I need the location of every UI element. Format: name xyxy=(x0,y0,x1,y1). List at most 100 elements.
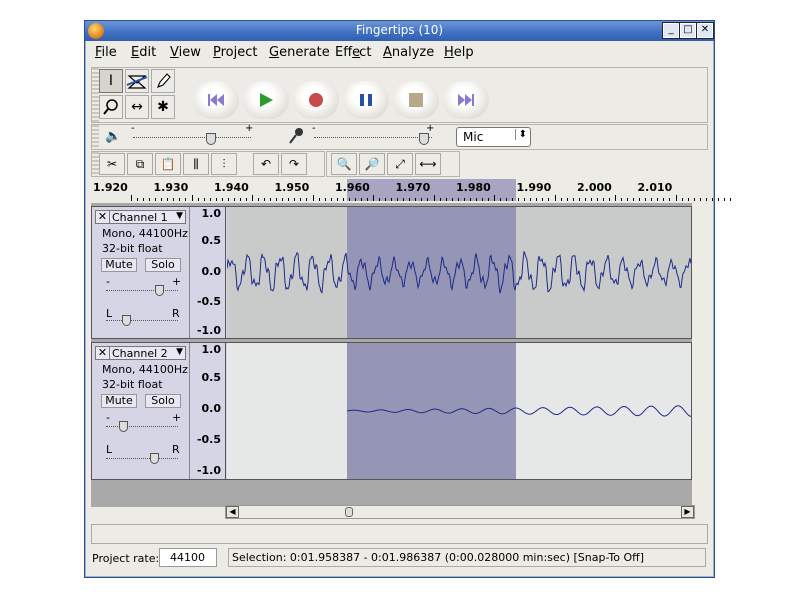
menu-view[interactable]: View xyxy=(170,45,201,60)
pause-icon xyxy=(360,94,372,106)
ruler-tick xyxy=(415,198,417,201)
scale-label: -1.0 xyxy=(196,324,221,337)
envelope-icon xyxy=(126,75,148,89)
timeshift-tool[interactable]: ↔ xyxy=(125,95,149,119)
project-rate-input[interactable]: 44100 xyxy=(159,548,217,567)
pause-button[interactable] xyxy=(343,81,389,119)
ruler-tick xyxy=(524,198,526,201)
menu-effect[interactable]: Effect xyxy=(335,45,371,60)
pan-slider[interactable] xyxy=(106,315,178,327)
zoom-tool[interactable] xyxy=(99,95,123,119)
output-volume-slider[interactable] xyxy=(133,133,251,145)
project-rate-label: Project rate: xyxy=(92,552,160,565)
skip-end-button[interactable] xyxy=(443,81,489,119)
menu-generate[interactable]: Generate xyxy=(269,45,330,60)
menu-project[interactable]: Project xyxy=(213,45,258,60)
scale-label: -0.5 xyxy=(196,433,221,446)
ruler-tick xyxy=(615,195,616,201)
mute-button[interactable]: Mute xyxy=(101,394,137,408)
ruler-tick xyxy=(215,198,217,201)
close-track-icon[interactable]: ✕ xyxy=(96,346,110,359)
play-button[interactable] xyxy=(243,81,289,119)
title-bar[interactable]: Fingertips (10) _ □ ✕ xyxy=(85,21,714,41)
output-volume-thumb[interactable] xyxy=(206,133,217,145)
ruler-tick xyxy=(354,198,356,201)
track-name-control[interactable]: ✕ Channel 1 ▼ xyxy=(95,210,186,224)
solo-button[interactable]: Solo xyxy=(145,258,181,272)
maximize-button[interactable]: □ xyxy=(679,22,697,39)
ruler-tick xyxy=(602,198,604,201)
menu-analyze[interactable]: Analyze xyxy=(383,45,434,60)
redo-button[interactable]: ↷ xyxy=(281,153,307,175)
timeline-ruler[interactable]: 1.920 1.930 1.940 1.950 1.960 1.970 1.980 1.990… xyxy=(91,179,731,201)
pan-slider[interactable] xyxy=(106,453,178,465)
skip-start-button[interactable] xyxy=(193,81,239,119)
edit-grip[interactable] xyxy=(92,152,99,176)
zoom-out-button[interactable]: 🔎 xyxy=(359,153,385,175)
mute-button[interactable]: Mute xyxy=(101,258,137,272)
waveform-channel-1[interactable] xyxy=(227,207,691,338)
dropdown-arrow-icon[interactable]: ▼ xyxy=(176,211,183,221)
trim-button[interactable]: ⫼ xyxy=(183,153,209,175)
ruler-tick xyxy=(373,195,374,201)
close-track-icon[interactable]: ✕ xyxy=(96,210,110,223)
track-name-control[interactable]: ✕ Channel 2 ▼ xyxy=(95,346,186,360)
ruler-tick xyxy=(566,198,568,201)
ruler-tick xyxy=(143,198,145,201)
play-icon xyxy=(260,93,273,107)
silence-button[interactable]: ⫶ xyxy=(211,153,237,175)
app-window: Fingertips (10) _ □ ✕ File Edit View Pro… xyxy=(84,20,731,578)
minimize-button[interactable]: _ xyxy=(662,22,680,39)
paste-button[interactable]: 📋 xyxy=(155,153,181,175)
ruler-tick xyxy=(276,198,278,201)
stop-button[interactable] xyxy=(393,81,439,119)
copy-button[interactable]: ⧉ xyxy=(127,153,153,175)
scale-label: 0.5 xyxy=(201,234,222,247)
ruler-tick xyxy=(294,198,296,201)
ruler-tick xyxy=(627,198,629,201)
fit-project-button[interactable]: ⟷ xyxy=(415,153,441,175)
draw-tool[interactable] xyxy=(151,69,175,93)
envelope-tool[interactable] xyxy=(125,69,149,93)
solo-button[interactable]: Solo xyxy=(145,394,181,408)
waveform-channel-2[interactable] xyxy=(227,343,691,479)
selection-tool[interactable]: I xyxy=(99,69,123,93)
gain-slider[interactable] xyxy=(106,285,178,297)
gain-thumb[interactable] xyxy=(155,285,165,296)
pan-thumb[interactable] xyxy=(121,315,131,326)
close-button[interactable]: ✕ xyxy=(696,22,714,39)
ruler-tick xyxy=(572,198,574,201)
ruler-tick xyxy=(312,195,314,201)
input-source-select[interactable]: Mic ⬍ xyxy=(456,127,531,147)
ruler-tick xyxy=(403,198,405,201)
input-source-value: Mic xyxy=(463,130,484,144)
mixer-grip[interactable] xyxy=(92,125,99,149)
fit-selection-button[interactable]: ⤢ xyxy=(387,153,413,175)
gain-slider[interactable] xyxy=(106,421,178,433)
scroll-thumb[interactable] xyxy=(345,507,353,517)
ruler-tick xyxy=(500,198,502,201)
cut-button[interactable]: ✂ xyxy=(99,153,125,175)
undo-button[interactable]: ↶ xyxy=(253,153,279,175)
menu-file[interactable]: File xyxy=(95,45,117,60)
menu-edit[interactable]: Edit xyxy=(131,45,156,60)
ruler-tick xyxy=(282,198,284,201)
scroll-left-icon[interactable]: ◀ xyxy=(226,506,239,518)
zoom-in-button[interactable]: 🔍 xyxy=(331,153,357,175)
gain-thumb[interactable] xyxy=(118,421,128,432)
ruler-tick xyxy=(651,198,653,201)
record-button[interactable] xyxy=(293,81,339,119)
fit-selection-icon: ⤢ xyxy=(395,157,405,171)
toolbar-grip[interactable] xyxy=(92,68,99,122)
input-volume-slider[interactable] xyxy=(314,133,432,145)
multi-tool[interactable]: ✱ xyxy=(151,95,175,119)
scroll-right-icon[interactable]: ▶ xyxy=(681,506,694,518)
ruler-tick xyxy=(149,198,151,201)
pan-thumb[interactable] xyxy=(150,453,160,464)
input-volume-thumb[interactable] xyxy=(418,133,429,145)
redo-icon: ↷ xyxy=(288,157,300,171)
menu-help[interactable]: Help xyxy=(444,45,474,60)
dropdown-arrow-icon[interactable]: ▼ xyxy=(176,347,183,357)
ruler-tick xyxy=(239,198,241,201)
horizontal-scrollbar[interactable]: ◀ ▶ xyxy=(225,505,695,519)
